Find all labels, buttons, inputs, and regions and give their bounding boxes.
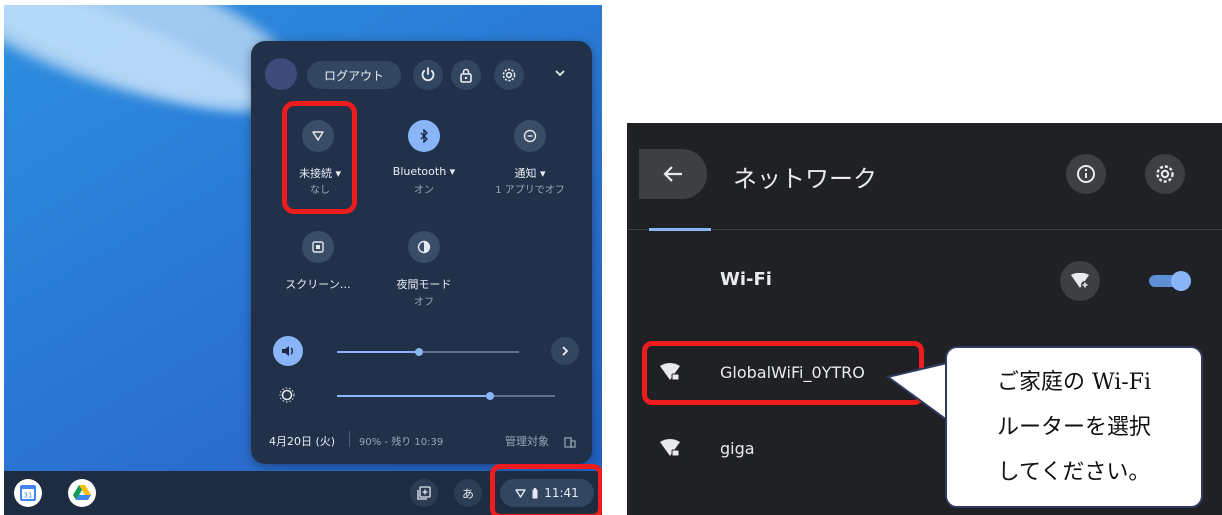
enterprise-icon — [564, 433, 576, 448]
callout-line: ルーターを選択 — [996, 415, 1151, 440]
volume-icon — [282, 346, 293, 356]
info-button[interactable] — [1066, 154, 1106, 194]
tile-notifications[interactable]: 通知 ▾ 1 アプリでオフ — [485, 103, 575, 203]
chevron-down-icon — [555, 70, 565, 77]
battery-label: 90% - 残り 10:39 — [359, 437, 444, 448]
add-wifi-icon — [1071, 273, 1089, 289]
tile-night-light[interactable]: 夜間モード オフ — [384, 231, 464, 311]
info-icon — [1077, 165, 1095, 183]
header-divider — [627, 229, 1222, 230]
collapse-button[interactable] — [553, 65, 573, 85]
managed-label[interactable]: 管理対象 — [505, 433, 549, 449]
wifi-label: Wi-Fi — [720, 269, 772, 290]
wifi-toggle[interactable] — [1147, 271, 1191, 291]
volume-slider[interactable] — [337, 347, 519, 357]
drive-icon — [73, 485, 91, 500]
tile-notifications-label: 通知 ▾ — [514, 167, 546, 180]
avatar[interactable] — [265, 58, 297, 90]
lock-icon — [460, 68, 472, 83]
network-name: giga — [720, 439, 755, 458]
tile-screen-capture-label: スクリーン… — [285, 278, 351, 291]
settings-button[interactable] — [494, 60, 524, 90]
screen-capture-icon — [312, 241, 324, 253]
instruction-callout: ご家庭の Wi-Fi ルーターを選択 してください。 — [945, 346, 1203, 508]
brightness-slider-knob[interactable] — [486, 392, 494, 400]
highlight-status-area — [490, 464, 602, 515]
volume-slider-knob[interactable] — [415, 348, 423, 356]
night-light-icon — [417, 240, 431, 254]
callout-line: してください。 — [997, 460, 1151, 485]
calendar-icon: 31 — [20, 485, 36, 501]
drive-app[interactable] — [68, 479, 96, 507]
status-divider — [349, 431, 350, 447]
holding-space-button[interactable] — [410, 479, 438, 507]
gear-icon — [1156, 165, 1174, 183]
brightness-icon — [279, 387, 295, 403]
brightness-slider[interactable] — [337, 391, 555, 401]
svg-text:31: 31 — [24, 492, 33, 500]
brightness-icon-wrap — [279, 387, 297, 405]
tile-bluetooth[interactable]: Bluetooth ▾ オン — [384, 103, 464, 203]
screen-capture-toggle[interactable] — [302, 231, 334, 263]
gear-icon — [502, 68, 516, 82]
wifi-secured-icon — [660, 439, 680, 457]
chromeos-desktop: ログアウト 未接続 ▾ なし Bluetooth ▾ オン 通知 ▾ 1 アプリ… — [4, 5, 602, 515]
power-icon — [421, 67, 435, 82]
settings-button[interactable] — [1145, 154, 1185, 194]
page-title: ネットワーク — [733, 165, 877, 193]
power-button[interactable] — [413, 60, 443, 90]
callout-line: ご家庭の Wi-Fi — [997, 370, 1151, 395]
back-button[interactable] — [639, 149, 707, 199]
holding-space-icon — [417, 486, 431, 500]
volume-button[interactable] — [273, 336, 303, 366]
night-light-toggle[interactable] — [408, 231, 440, 263]
ime-button[interactable]: あ — [454, 479, 482, 507]
network-list-item[interactable]: giga — [627, 425, 927, 477]
tile-screen-capture[interactable]: スクリーン… — [277, 231, 359, 291]
add-wifi-button[interactable] — [1060, 261, 1100, 301]
logout-button[interactable]: ログアウト — [307, 61, 401, 89]
callout-pointer — [885, 362, 949, 420]
chevron-right-icon — [562, 346, 569, 356]
active-tab-indicator — [649, 228, 711, 231]
quick-settings-panel: ログアウト 未接続 ▾ なし Bluetooth ▾ オン 通知 ▾ 1 アプリ… — [251, 41, 592, 464]
tile-night-light-sub: オフ — [414, 297, 434, 308]
tile-notifications-sub: 1 アプリでオフ — [495, 185, 565, 196]
notifications-toggle[interactable] — [514, 120, 546, 152]
arrow-back-icon — [663, 166, 682, 182]
audio-settings-button[interactable] — [551, 337, 579, 365]
tile-bluetooth-sub: オン — [414, 185, 434, 196]
calendar-app[interactable]: 31 — [14, 479, 42, 507]
tile-bluetooth-label: Bluetooth ▾ — [392, 165, 456, 178]
bluetooth-icon — [420, 129, 428, 143]
date-label[interactable]: 4月20日 (火) — [269, 433, 335, 449]
highlight-network-tile — [282, 101, 357, 214]
lock-button[interactable] — [451, 60, 481, 90]
notifications-off-icon — [523, 129, 537, 143]
tile-night-light-label: 夜間モード — [396, 278, 452, 291]
bluetooth-toggle[interactable] — [408, 120, 440, 152]
